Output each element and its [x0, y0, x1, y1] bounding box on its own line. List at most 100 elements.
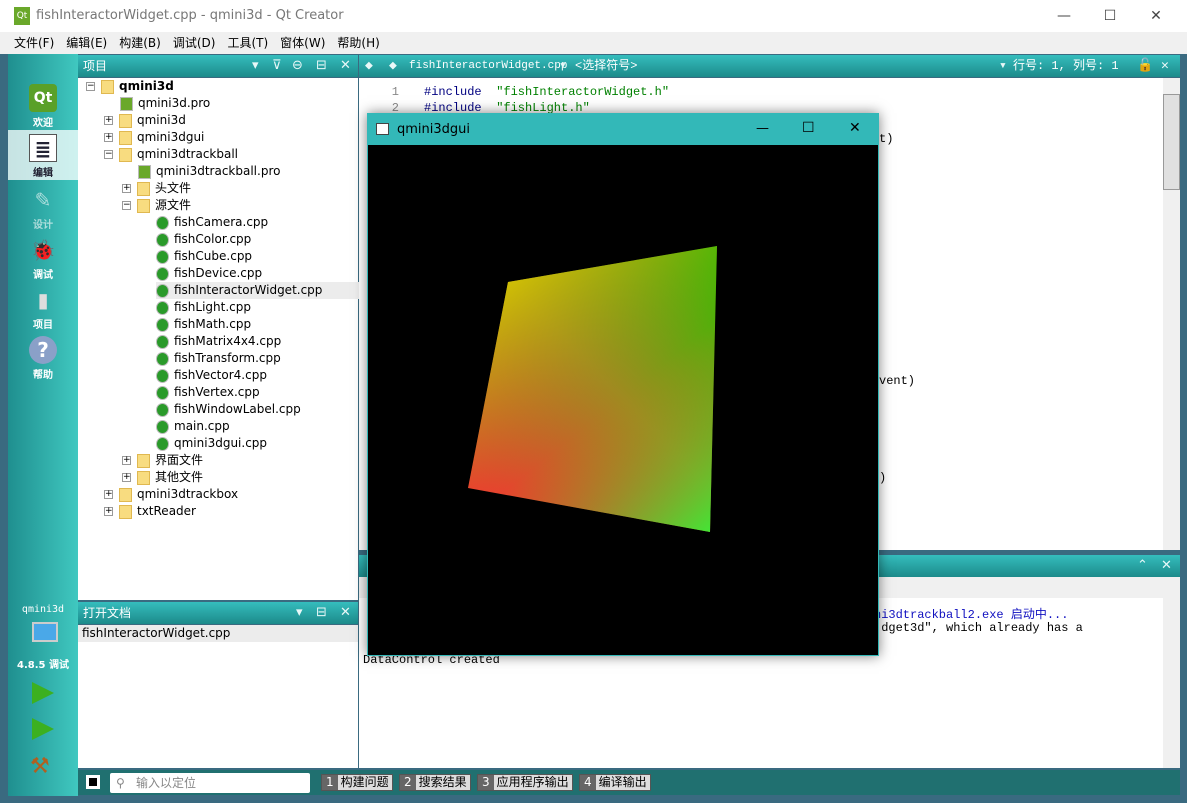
menu-file[interactable]: 文件(F): [8, 32, 60, 54]
expand-toggle-icon[interactable]: +: [122, 473, 131, 482]
tree-item[interactable]: + 其他文件: [122, 469, 203, 486]
tab-build-issues[interactable]: 1 构建问题: [321, 774, 393, 791]
render-viewport[interactable]: [368, 145, 878, 656]
cpp-icon: [156, 266, 169, 281]
output-line: .dget3d", which already has a: [874, 621, 1083, 635]
mode-debug[interactable]: 🐞 调试: [8, 232, 78, 282]
dropdown-icon[interactable]: ▾: [559, 55, 567, 77]
tab-search-results[interactable]: 2 搜索结果: [399, 774, 471, 791]
expand-toggle-icon[interactable]: +: [104, 116, 113, 125]
code-keyword: #include: [424, 85, 482, 99]
mode-edit[interactable]: ≣ 编辑: [8, 130, 78, 180]
open-doc-item[interactable]: fishInteractorWidget.cpp: [78, 625, 358, 642]
mode-welcome[interactable]: Qt 欢迎: [8, 80, 78, 130]
close-output-icon[interactable]: ✕: [1161, 555, 1172, 577]
mode-design[interactable]: ✎ 设计: [8, 182, 78, 232]
close-editor-icon[interactable]: ✕: [1161, 55, 1169, 77]
tree-item[interactable]: fishDevice.cpp: [156, 265, 262, 282]
app-minimize-button[interactable]: —: [756, 121, 769, 136]
dropdown-icon[interactable]: ▾: [252, 55, 259, 77]
tree-item[interactable]: fishVertex.cpp: [156, 384, 260, 401]
filter-icon[interactable]: ⊽: [272, 55, 282, 77]
status-bar: ⚲ 输入以定位 1 构建问题 2 搜索结果 3 应用程序输出 4 编译输出: [78, 770, 1180, 795]
tree-item[interactable]: + qmini3d: [104, 112, 186, 129]
tree-item[interactable]: fishLight.cpp: [156, 299, 251, 316]
debug-run-icon[interactable]: [32, 718, 54, 740]
mode-projects[interactable]: ▮ 项目: [8, 282, 78, 332]
tree-item[interactable]: qmini3dgui.cpp: [156, 435, 267, 452]
tree-item[interactable]: − 源文件: [122, 197, 191, 214]
expand-toggle-icon[interactable]: +: [122, 184, 131, 193]
code-string: "fishInteractorWidget.h": [489, 85, 670, 99]
expand-toggle-icon[interactable]: +: [104, 507, 113, 516]
tab-application-output[interactable]: 3 应用程序输出: [477, 774, 573, 791]
tree-item[interactable]: fishVector4.cpp: [156, 367, 267, 384]
tree-item[interactable]: qmini3d.pro: [120, 95, 210, 112]
tree-item[interactable]: fishWindowLabel.cpp: [156, 401, 301, 418]
minimize-button[interactable]: —: [1041, 0, 1087, 32]
expand-toggle-icon[interactable]: −: [86, 82, 95, 91]
symbol-selector[interactable]: <选择符号>: [575, 55, 637, 77]
forward-icon[interactable]: ◆: [389, 55, 397, 77]
close-button[interactable]: ✕: [1133, 0, 1179, 32]
tree-item-label: qmini3dtrackball.pro: [156, 164, 281, 178]
tree-item-label: qmini3dtrackbox: [137, 487, 239, 501]
output-scrollbar[interactable]: [1163, 598, 1180, 768]
tree-item[interactable]: fishTransform.cpp: [156, 350, 281, 367]
build-hammer-icon[interactable]: ⚒: [30, 754, 50, 779]
app-maximize-button[interactable]: ☐: [802, 120, 815, 136]
tree-item[interactable]: + 界面文件: [122, 452, 203, 469]
tree-item[interactable]: qmini3dtrackball.pro: [138, 163, 280, 180]
tree-item[interactable]: fishMatrix4x4.cpp: [156, 333, 281, 350]
tree-item[interactable]: fishCube.cpp: [156, 248, 252, 265]
tree-item[interactable]: main.cpp: [156, 418, 230, 435]
menu-edit[interactable]: 编辑(E): [60, 32, 113, 54]
tree-item[interactable]: − qmini3d: [86, 78, 174, 95]
run-icon[interactable]: [32, 682, 54, 704]
tab-compile-output[interactable]: 4 编译输出: [579, 774, 651, 791]
tree-item[interactable]: + txtReader: [104, 503, 196, 520]
expand-toggle-icon[interactable]: +: [104, 133, 113, 142]
menu-help[interactable]: 帮助(H): [331, 32, 385, 54]
help-icon: ?: [29, 336, 57, 364]
app-close-button[interactable]: ✕: [849, 120, 861, 136]
maximize-button[interactable]: ☐: [1087, 0, 1133, 32]
tree-item[interactable]: + qmini3dtrackbox: [104, 486, 238, 503]
menu-tools[interactable]: 工具(T): [221, 32, 274, 54]
tree-item-label: fishWindowLabel.cpp: [174, 402, 301, 416]
split-icon[interactable]: ⊟: [316, 55, 327, 77]
tree-item[interactable]: fishColor.cpp: [156, 231, 251, 248]
back-icon[interactable]: ◆: [365, 55, 373, 77]
tree-item-label: 其他文件: [155, 470, 204, 484]
mode-help[interactable]: ? 帮助: [8, 332, 78, 382]
file-selector[interactable]: fishInteractorWidget.cpp: [409, 55, 567, 77]
tree-item[interactable]: fishCamera.cpp: [156, 214, 268, 231]
locator-input[interactable]: ⚲ 输入以定位: [110, 773, 310, 793]
tree-item[interactable]: − qmini3dtrackball: [104, 146, 238, 163]
menu-debug[interactable]: 调试(D): [167, 32, 222, 54]
expand-toggle-icon[interactable]: −: [122, 201, 131, 210]
tree-item-label: 头文件: [155, 181, 192, 195]
menu-window[interactable]: 窗体(W): [274, 32, 331, 54]
expand-toggle-icon[interactable]: +: [104, 490, 113, 499]
dropdown-icon[interactable]: ▾: [999, 55, 1007, 77]
app-icon: [376, 123, 389, 135]
maximize-pane-icon[interactable]: ⌃: [1137, 555, 1148, 577]
tree-item[interactable]: fishMath.cpp: [156, 316, 251, 333]
dropdown-icon[interactable]: ▾: [296, 602, 303, 624]
qt-folder-icon: [101, 79, 114, 94]
menu-build[interactable]: 构建(B): [113, 32, 167, 54]
pro-icon: [138, 164, 151, 179]
tree-item[interactable]: + qmini3dgui: [104, 129, 204, 146]
close-pane-icon[interactable]: ✕: [340, 602, 351, 624]
expand-toggle-icon[interactable]: −: [104, 150, 113, 159]
editor-scrollbar[interactable]: [1163, 78, 1180, 550]
split-icon[interactable]: ⊟: [316, 602, 327, 624]
link-icon[interactable]: ⊖: [292, 55, 303, 77]
tree-item[interactable]: + 头文件: [122, 180, 191, 197]
qmini3dgui-window[interactable]: qmini3dgui — ☐ ✕: [367, 113, 879, 656]
toggle-sidebar-icon[interactable]: [86, 775, 100, 789]
close-pane-icon[interactable]: ✕: [340, 55, 351, 77]
computer-icon[interactable]: [32, 622, 58, 642]
expand-toggle-icon[interactable]: +: [122, 456, 131, 465]
